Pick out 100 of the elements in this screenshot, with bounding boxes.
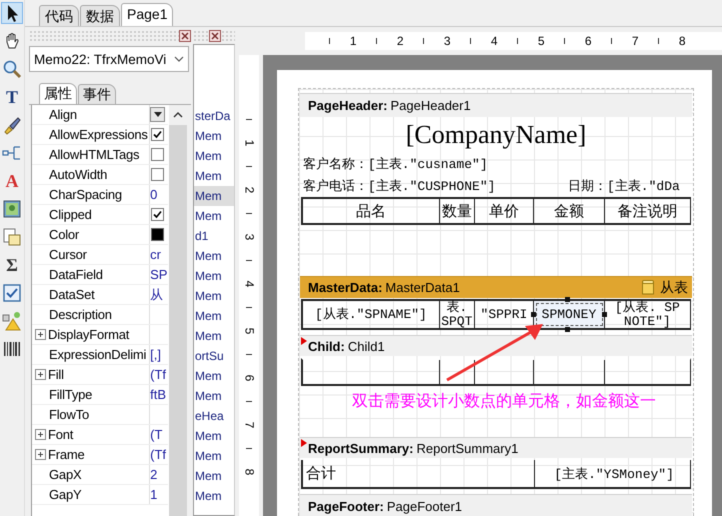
ruler-tick bbox=[246, 354, 252, 356]
band-header[interactable]: MasterData: MasterData1 从表 bbox=[300, 276, 692, 298]
ruler-tick bbox=[658, 38, 660, 44]
expand-icon[interactable] bbox=[35, 428, 47, 440]
checkbox[interactable] bbox=[151, 208, 164, 221]
annotation-text: 双击需要设计小数点的单元格，如金额这一 bbox=[351, 392, 657, 412]
tab[interactable]: 属性 bbox=[39, 83, 77, 104]
property-value: 2 bbox=[150, 467, 158, 482]
tree-item[interactable]: Mem bbox=[194, 386, 234, 406]
pages-icon[interactable] bbox=[1, 226, 23, 248]
zoom-icon[interactable] bbox=[1, 58, 23, 80]
property-name: Fill bbox=[48, 367, 64, 382]
tree-item[interactable]: Mem bbox=[194, 246, 234, 266]
tool-button[interactable]: A bbox=[1, 170, 23, 192]
tree-item[interactable]: d1 bbox=[194, 226, 234, 246]
tree-item[interactable]: Mem bbox=[194, 306, 234, 326]
tree-item[interactable]: Mem bbox=[194, 166, 234, 186]
close-icon[interactable] bbox=[209, 30, 221, 42]
shapes-icon[interactable] bbox=[1, 310, 23, 332]
column-header[interactable]: 品名 bbox=[303, 199, 440, 223]
property-name: Description bbox=[49, 307, 112, 322]
scroll-up-icon[interactable] bbox=[173, 112, 183, 118]
ruler-tick bbox=[423, 38, 424, 44]
dropdown-button[interactable] bbox=[150, 107, 166, 122]
ruler-number: 8 bbox=[678, 34, 686, 48]
chevron-icon[interactable] bbox=[174, 56, 184, 62]
ruler-number: 5 bbox=[538, 34, 545, 48]
tree-item[interactable]: Mem bbox=[194, 446, 234, 466]
expand-icon[interactable] bbox=[35, 368, 47, 380]
property-value: [,] bbox=[150, 347, 161, 362]
band-header[interactable]: ReportSummary: ReportSummary1 bbox=[300, 437, 692, 458]
property-name: Font bbox=[48, 427, 74, 442]
expand-icon[interactable] bbox=[35, 448, 47, 460]
tab[interactable]: 事件 bbox=[78, 84, 116, 104]
ruler-number: 8 bbox=[242, 468, 256, 476]
band-title: MasterData: MasterData1 bbox=[308, 280, 460, 295]
tree-item[interactable]: sterDa bbox=[194, 106, 234, 126]
ruler-number: 4 bbox=[490, 34, 498, 48]
property-value: ftB bbox=[150, 387, 166, 402]
close-icon[interactable] bbox=[179, 30, 191, 42]
band-title: ReportSummary: ReportSummary1 bbox=[308, 440, 518, 456]
customer-name-field[interactable]: 客户名称：[主表."cusname"] bbox=[303, 155, 488, 173]
tree-item[interactable]: Mem bbox=[194, 186, 234, 206]
ruler-tick bbox=[564, 38, 566, 44]
column-header[interactable]: 金额 bbox=[534, 199, 605, 223]
property-name: DataSet bbox=[49, 287, 95, 302]
column-header[interactable]: 数量 bbox=[440, 199, 475, 223]
property-value: 0 bbox=[150, 187, 158, 202]
property-value: (Tf bbox=[150, 367, 166, 382]
tree-item[interactable]: Mem bbox=[194, 486, 234, 506]
tree-item[interactable]: Mem bbox=[194, 366, 234, 386]
tree-item[interactable]: Mem bbox=[194, 326, 234, 346]
property-value: (T bbox=[150, 427, 162, 442]
expand-icon[interactable] bbox=[35, 328, 47, 340]
tree-item[interactable]: Mem bbox=[194, 286, 234, 306]
tool-button[interactable]: T bbox=[1, 86, 23, 108]
ruler-tick bbox=[611, 38, 612, 44]
caret-icon[interactable] bbox=[154, 112, 162, 117]
tab[interactable]: Page1 bbox=[121, 3, 174, 26]
band-title: Child: Child1 bbox=[308, 338, 385, 354]
property-name: FlowTo bbox=[49, 407, 89, 422]
band-header[interactable]: PageHeader: PageHeader1 bbox=[300, 93, 692, 117]
tree-item[interactable]: Mem bbox=[194, 466, 234, 486]
customer-phone-field[interactable]: 客户电话：[主表."CUSPHONE"] bbox=[303, 177, 496, 195]
tree-item[interactable]: Mem bbox=[194, 206, 234, 226]
database-icon bbox=[642, 280, 654, 296]
checkbox[interactable] bbox=[151, 168, 164, 181]
property-name: Align bbox=[49, 107, 77, 122]
column-header[interactable]: 备注说明 bbox=[604, 199, 690, 223]
property-value: cr bbox=[150, 247, 161, 262]
ruler-number: 3 bbox=[242, 234, 256, 241]
property-name: AutoWidth bbox=[49, 167, 108, 182]
picture-icon[interactable] bbox=[1, 198, 23, 220]
property-value: SP bbox=[150, 267, 168, 282]
tree-item[interactable]: eHea bbox=[194, 406, 234, 426]
ruler-number: 2 bbox=[242, 186, 256, 194]
color-swatch[interactable] bbox=[151, 228, 164, 241]
tool-button[interactable]: Σ bbox=[1, 254, 23, 276]
checkbox[interactable] bbox=[151, 128, 164, 141]
ruler-tick bbox=[246, 213, 252, 214]
ruler-number: 7 bbox=[632, 34, 639, 48]
ruler-number: 5 bbox=[242, 328, 256, 335]
object-dropdown[interactable]: Memo22: TfrxMemoVi bbox=[29, 46, 189, 72]
checkbox-icon[interactable] bbox=[1, 282, 23, 304]
tree-item[interactable]: Mem bbox=[194, 126, 234, 146]
tree-item[interactable]: Mem bbox=[194, 426, 234, 446]
tree-item[interactable]: Mem bbox=[194, 146, 234, 166]
tree-item[interactable]: ortSu bbox=[194, 346, 234, 366]
band-header[interactable]: Child: Child1 bbox=[300, 335, 692, 356]
date-field[interactable]: 日期：[主表."dDa bbox=[568, 177, 680, 195]
checkbox[interactable] bbox=[151, 148, 164, 161]
column-header[interactable]: 单价 bbox=[474, 199, 534, 223]
pointer-icon[interactable] bbox=[1, 2, 23, 24]
tab[interactable]: 数据 bbox=[80, 5, 120, 26]
ruler-number: 1 bbox=[242, 140, 256, 147]
band-header[interactable]: PageFooter: PageFooter1 bbox=[300, 494, 692, 516]
tab[interactable]: 代码 bbox=[39, 5, 79, 26]
tree-item[interactable]: Mem bbox=[194, 266, 234, 286]
company-name-field[interactable]: [CompanyName] bbox=[406, 120, 586, 150]
property-name: AllowExpressions bbox=[49, 127, 148, 142]
